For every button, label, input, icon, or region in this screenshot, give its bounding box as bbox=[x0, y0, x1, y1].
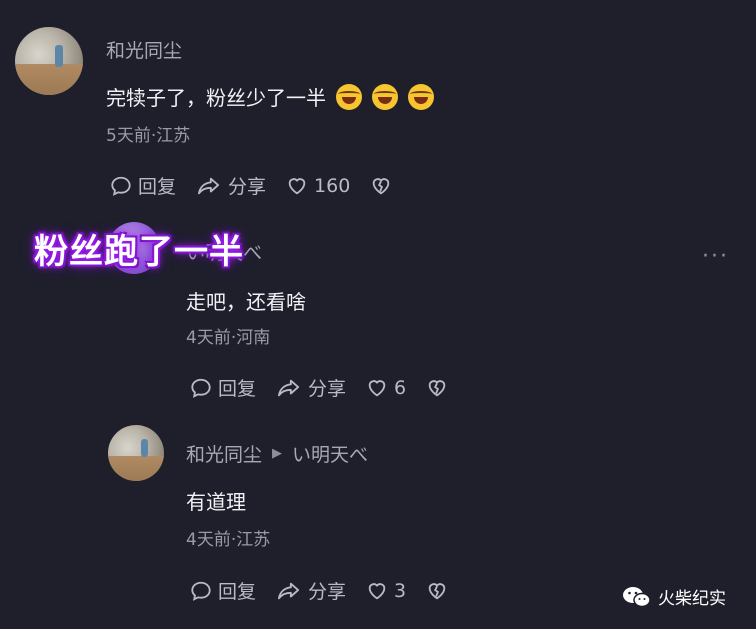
watermark: 火柴纪实 bbox=[622, 584, 726, 609]
comment-text-body: 完犊子了，粉丝少了一半 bbox=[106, 86, 326, 110]
share-label: 分享 bbox=[228, 176, 267, 198]
comment-bubble-icon bbox=[191, 581, 211, 601]
reply-label: 回复 bbox=[218, 378, 257, 400]
more-options-button[interactable]: ··· bbox=[702, 244, 729, 269]
comment-actions: 回复 分享 160 bbox=[110, 172, 418, 199]
watermark-text: 火柴纪实 bbox=[658, 589, 726, 609]
share-button[interactable]: 分享 bbox=[196, 172, 266, 199]
heart-icon bbox=[368, 582, 386, 599]
comment-actions: 回复 分享 3 bbox=[190, 577, 474, 604]
share-label: 分享 bbox=[308, 378, 347, 400]
laughing-emoji-icon bbox=[336, 84, 362, 110]
comment-username[interactable]: 和光同尘 bbox=[186, 440, 262, 467]
caret-right-icon: ▶ bbox=[272, 446, 283, 461]
like-count: 160 bbox=[314, 174, 351, 197]
wechat-icon bbox=[623, 586, 651, 607]
share-label: 分享 bbox=[308, 581, 347, 603]
share-arrow-icon bbox=[278, 379, 300, 396]
share-arrow-icon bbox=[198, 177, 220, 194]
broken-heart-icon bbox=[373, 177, 390, 194]
like-button[interactable]: 6 bbox=[366, 377, 406, 399]
heart-icon bbox=[368, 379, 386, 396]
reply-to-username[interactable]: い明天べ bbox=[292, 440, 368, 467]
dislike-button[interactable] bbox=[370, 175, 398, 197]
like-count: 3 bbox=[394, 579, 407, 602]
reply-button[interactable]: 回复 bbox=[190, 374, 256, 401]
reply-label: 回复 bbox=[218, 581, 257, 603]
comment-meta: 4天前·河南 bbox=[186, 328, 271, 348]
broken-heart-icon bbox=[428, 582, 446, 599]
comment-bubble-icon bbox=[191, 378, 211, 398]
avatar[interactable] bbox=[108, 425, 164, 481]
comment-meta: 5天前·江苏 bbox=[106, 126, 191, 146]
overlay-caption: 粉丝跑了一半 bbox=[34, 232, 244, 272]
comment-username[interactable]: 和光同尘 bbox=[106, 36, 182, 63]
dislike-button[interactable] bbox=[426, 377, 454, 399]
comment-bubble-icon bbox=[111, 176, 131, 196]
reply-button[interactable]: 回复 bbox=[190, 577, 256, 604]
reply-label: 回复 bbox=[138, 176, 177, 198]
comment-text: 有道理 bbox=[186, 490, 246, 514]
like-button[interactable]: 160 bbox=[286, 175, 350, 197]
share-button[interactable]: 分享 bbox=[276, 374, 346, 401]
laughing-emoji-icon bbox=[372, 84, 398, 110]
dislike-button[interactable] bbox=[426, 580, 454, 602]
comment-meta: 4天前·江苏 bbox=[186, 530, 271, 550]
laughing-emoji-icon bbox=[408, 84, 434, 110]
comment-text: 完犊子了，粉丝少了一半 bbox=[106, 82, 434, 111]
comment-username-line: 和光同尘 ▶ い明天べ bbox=[186, 440, 368, 467]
comment-text: 走吧，还看啥 bbox=[186, 290, 306, 314]
avatar[interactable] bbox=[15, 27, 83, 95]
like-count: 6 bbox=[394, 376, 407, 399]
like-button[interactable]: 3 bbox=[366, 580, 406, 602]
comment-actions: 回复 分享 6 bbox=[190, 374, 474, 401]
share-button[interactable]: 分享 bbox=[276, 577, 346, 604]
broken-heart-icon bbox=[428, 379, 446, 396]
reply-button[interactable]: 回复 bbox=[110, 172, 176, 199]
heart-icon bbox=[288, 177, 306, 194]
share-arrow-icon bbox=[278, 582, 300, 599]
